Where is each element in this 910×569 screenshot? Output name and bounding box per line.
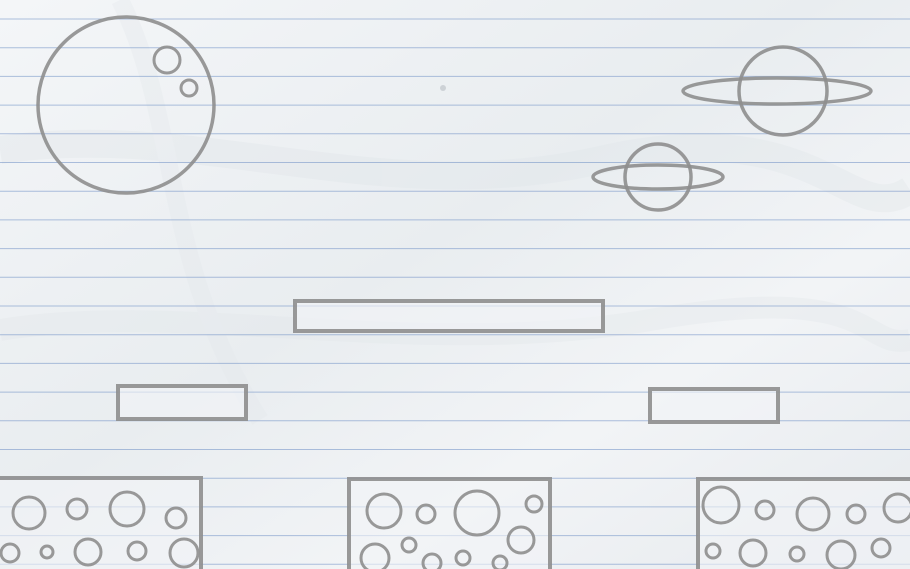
platform-left [116,384,248,421]
game-stage [0,0,910,569]
scene-canvas [0,0,910,569]
platform-long [293,299,605,333]
ground-block [696,477,910,569]
star [440,85,446,91]
ground-block [347,477,552,569]
ground-block [0,476,203,569]
ground-block-body [347,477,552,569]
platform-right [648,387,780,424]
